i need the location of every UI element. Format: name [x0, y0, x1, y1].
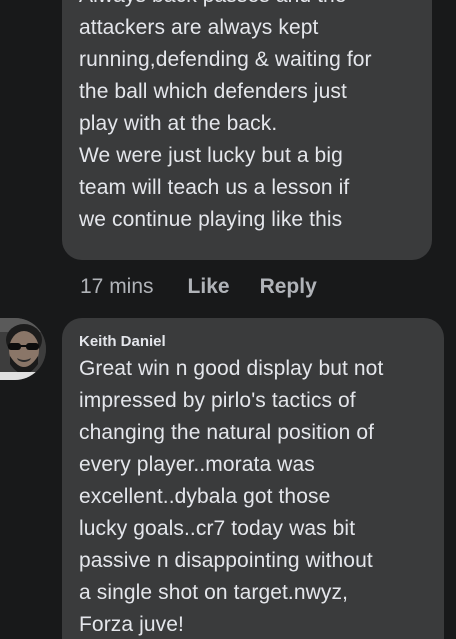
comments-thread: Always back passes and the attackers are… — [0, 0, 456, 639]
comment-text: Great win n good display but not impress… — [79, 357, 384, 636]
profile-photo-avatar-icon — [0, 318, 46, 380]
comment-author[interactable]: Keith Daniel — [79, 333, 428, 351]
comment-timestamp: 17 mins — [80, 275, 154, 298]
like-button[interactable]: Like — [188, 275, 230, 299]
comment-bubble[interactable]: Keith Daniel Great win n good display bu… — [62, 318, 444, 639]
comment-text: Always back passes and the attackers are… — [79, 0, 372, 231]
comment-bubble[interactable]: Always back passes and the attackers are… — [62, 0, 432, 260]
comment-actions: 17 mins Like Reply — [80, 270, 317, 304]
reply-button[interactable]: Reply — [260, 275, 317, 299]
avatar[interactable] — [0, 318, 46, 380]
